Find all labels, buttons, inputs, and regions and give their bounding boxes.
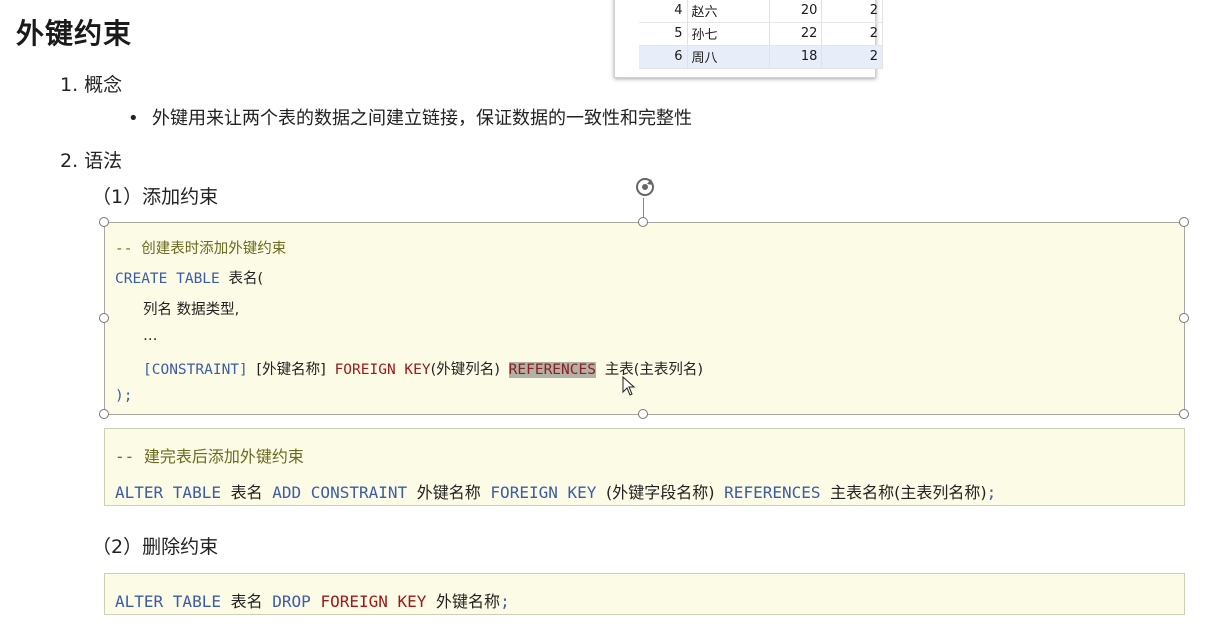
- section-syntax: 2. 语法: [60, 146, 122, 173]
- code-line: 列名 数据类型,: [143, 298, 239, 319]
- code-text: …: [143, 328, 158, 344]
- code-line: [CONSTRAINT] [外键名称] FOREIGN KEY(外键列名) RE…: [143, 358, 703, 379]
- table-row: 5 孙七 22 2: [639, 22, 883, 46]
- resize-handle[interactable]: [99, 217, 109, 227]
- code-keyword: FOREIGN KEY: [334, 362, 431, 378]
- cell-dept: 2: [821, 0, 883, 23]
- code-text: (外键列名): [430, 362, 500, 378]
- code-text: 表名: [230, 592, 263, 611]
- code-text: 主表名称(主表列名称): [830, 483, 987, 502]
- code-text: [外键名称]: [256, 362, 326, 378]
- resize-handle[interactable]: [1179, 313, 1189, 323]
- resize-handle[interactable]: [638, 217, 648, 227]
- code-keyword: FOREIGN KEY: [490, 483, 597, 502]
- bullet-icon: •: [128, 108, 139, 129]
- code-keyword: ALTER TABLE: [115, 483, 221, 502]
- cell-age: 22: [769, 22, 823, 46]
- cell-age: 20: [769, 0, 823, 23]
- code-keyword: ALTER TABLE: [115, 592, 221, 611]
- code-keyword: REFERENCES: [724, 483, 821, 502]
- bullet-text: 外键用来让两个表的数据之间建立链接，保证数据的一致性和完整性: [152, 108, 692, 129]
- cell-name: 赵六: [687, 0, 770, 23]
- concept-bullet: • 外键用来让两个表的数据之间建立链接，保证数据的一致性和完整性: [128, 104, 692, 130]
- table-row: 4 赵六 20 2: [639, 0, 883, 23]
- subheading-add: （1）添加约束: [92, 186, 219, 208]
- code-comment: -- 建完表后添加外键约束: [115, 447, 304, 466]
- table-row: 6 周八 18 2: [639, 45, 883, 69]
- subheading-drop: （2）删除约束: [92, 536, 219, 558]
- resize-handle[interactable]: [1179, 409, 1189, 419]
- code-text: 外键名称: [416, 483, 481, 502]
- cell-name: 周八: [687, 45, 770, 69]
- section-number: 2.: [60, 150, 79, 172]
- code-text: 表名(: [228, 271, 264, 287]
- code-punct: ;: [500, 592, 510, 611]
- code-line: ALTER TABLE 表名 ADD CONSTRAINT 外键名称 FOREI…: [115, 479, 996, 503]
- code-keyword: [CONSTRAINT]: [143, 362, 248, 378]
- code-text: (外键字段名称): [606, 483, 715, 502]
- code-comment: -- 创建表时添加外键约束: [115, 241, 287, 257]
- cell-age: 18: [769, 45, 823, 69]
- code-keyword-highlighted: REFERENCES: [508, 362, 596, 378]
- code-keyword: CREATE TABLE: [115, 271, 220, 287]
- code-block-drop[interactable]: ALTER TABLE 表名 DROP FOREIGN KEY 外键名称;: [104, 573, 1185, 615]
- cell-id: 6: [639, 45, 688, 69]
- code-text: 列名 数据类型,: [143, 302, 240, 318]
- resize-handle[interactable]: [1179, 217, 1189, 227]
- code-block-create[interactable]: -- 创建表时添加外键约束 CREATE TABLE 表名( 列名 数据类型, …: [104, 222, 1185, 415]
- code-keyword: FOREIGN KEY: [320, 592, 427, 611]
- page-title: 外键约束: [16, 17, 133, 50]
- cell-id: 4: [639, 0, 688, 23]
- code-line: ALTER TABLE 表名 DROP FOREIGN KEY 外键名称;: [115, 588, 510, 612]
- resize-handle[interactable]: [99, 409, 109, 419]
- code-punct: ;: [986, 483, 997, 502]
- cell-dept: 2: [821, 45, 883, 69]
- resize-handle[interactable]: [99, 313, 109, 323]
- code-text: 主表(主表列名): [604, 362, 704, 378]
- cell-id: 5: [639, 22, 688, 46]
- code-line: CREATE TABLE 表名(: [115, 267, 263, 288]
- code-line: …: [143, 328, 158, 344]
- section-concept: 1. 概念: [60, 70, 122, 97]
- code-keyword: ADD CONSTRAINT: [272, 483, 408, 502]
- result-table: 4 赵六 20 2 5 孙七 22 2 6 周八 18 2: [639, 0, 883, 69]
- mouse-cursor-icon: [622, 376, 636, 396]
- code-text: 外键名称: [436, 592, 501, 611]
- resize-handle[interactable]: [638, 409, 648, 419]
- section-label: 概念: [84, 74, 123, 96]
- section-number: 1.: [60, 74, 79, 96]
- code-line: );: [115, 388, 133, 404]
- code-block-alter-add[interactable]: -- 建完表后添加外键约束 ALTER TABLE 表名 ADD CONSTRA…: [104, 428, 1185, 506]
- code-keyword: DROP: [272, 592, 311, 611]
- cell-name: 孙七: [687, 22, 770, 46]
- rotate-handle-icon[interactable]: [633, 175, 657, 199]
- cell-dept: 2: [821, 22, 883, 46]
- section-label: 语法: [84, 150, 123, 172]
- result-table-image: 4 赵六 20 2 5 孙七 22 2 6 周八 18 2: [614, 0, 883, 78]
- code-text: 表名: [230, 483, 263, 502]
